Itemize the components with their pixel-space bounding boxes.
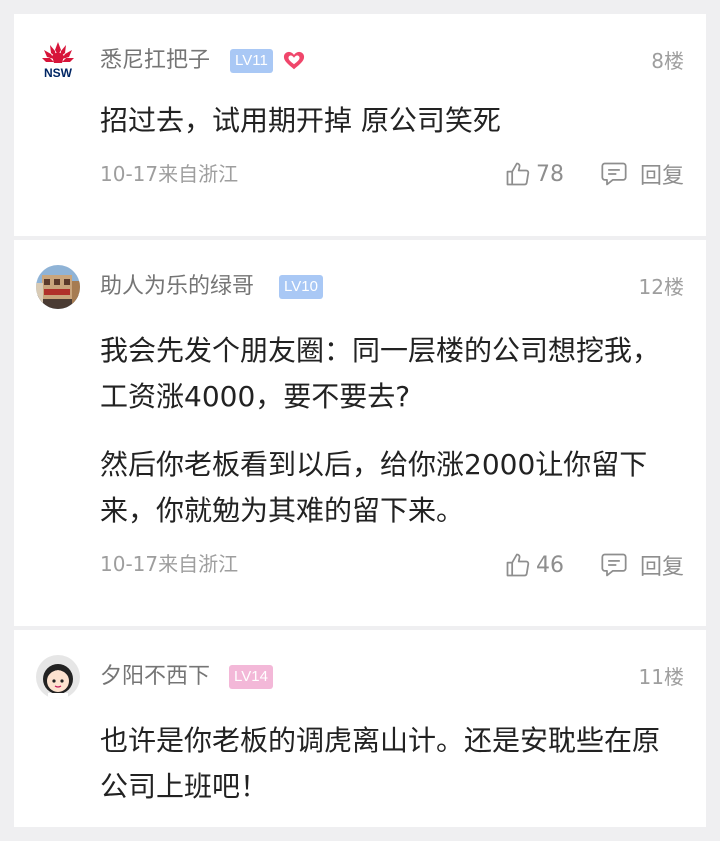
floor-number: 8楼 xyxy=(651,49,684,73)
floor-number: 11楼 xyxy=(638,665,684,689)
avatar[interactable] xyxy=(36,655,80,699)
like-button[interactable]: 46 xyxy=(504,550,564,580)
building-photo-avatar-icon xyxy=(36,265,80,309)
reply-label: 回复 xyxy=(640,555,685,580)
username[interactable]: 悉尼扛把子 xyxy=(100,46,210,76)
comment-text: 然后你老板看到以后，给你涨2000让你留下来，你就勉为其难的留下来。 xyxy=(100,448,648,527)
like-count: 46 xyxy=(536,552,564,578)
floor-number: 12楼 xyxy=(638,275,684,299)
avatar[interactable]: NSW xyxy=(36,39,80,83)
avatar[interactable] xyxy=(36,265,80,309)
comment-bubble-icon xyxy=(601,162,627,186)
thumbs-up-icon xyxy=(506,162,530,186)
comment-card: 助人为乐的绿哥 LV10 12楼 我会先发个朋友圈：同一层楼的公司想挖我，工资涨… xyxy=(14,240,706,626)
username[interactable]: 夕阳不西下 xyxy=(100,662,210,692)
reply-label: 回复 xyxy=(640,164,685,189)
cartoon-girl-avatar-icon xyxy=(36,655,80,699)
reply-button[interactable]: 回复 xyxy=(600,159,684,189)
reply-button[interactable]: 回复 xyxy=(600,550,684,580)
comment-card: NSW 悉尼扛把子 LV11 8楼 招过去，试用期开掉 原公司笑死 10-17来… xyxy=(14,14,706,236)
comment-card: 夕阳不西下 LV14 11楼 也许是你老板的调虎离山计。还是安耽些在原公司上班吧… xyxy=(14,630,706,827)
level-badge: LV14 xyxy=(229,665,273,689)
username[interactable]: 助人为乐的绿哥 xyxy=(100,272,254,302)
nsw-waratah-logo-icon: NSW xyxy=(36,39,80,83)
level-badge: LV11 xyxy=(230,49,273,73)
thumbs-up-icon xyxy=(506,553,530,577)
comment-meta: 10-17来自浙江 xyxy=(100,162,239,186)
comment-meta: 10-17来自浙江 xyxy=(100,552,239,576)
level-badge: LV10 xyxy=(279,275,323,299)
comment-bubble-icon xyxy=(601,553,627,577)
comment-text: 招过去，试用期开掉 原公司笑死 xyxy=(100,104,501,137)
avatar-text: NSW xyxy=(44,66,73,80)
heart-badge-icon xyxy=(283,51,305,70)
like-count: 78 xyxy=(536,161,564,187)
comment-text: 我会先发个朋友圈：同一层楼的公司想挖我，工资涨4000，要不要去? xyxy=(100,334,661,413)
comment-text: 也许是你老板的调虎离山计。还是安耽些在原公司上班吧！ xyxy=(100,724,661,803)
like-button[interactable]: 78 xyxy=(504,159,564,189)
